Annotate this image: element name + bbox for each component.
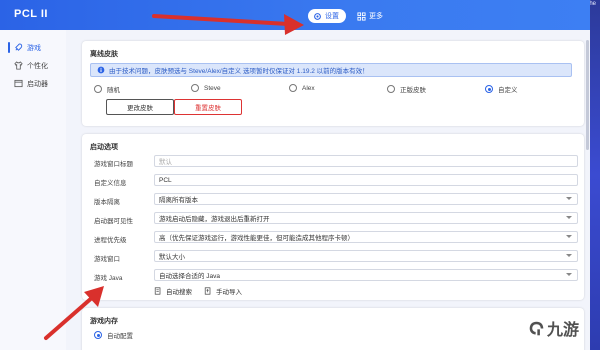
row-label-launcher-visibility: 启动器可见性 (94, 218, 133, 225)
radio-dot (191, 84, 199, 92)
auto-search-label: 自动搜索 (166, 289, 192, 296)
tshirt-icon (14, 61, 23, 70)
document-search-icon (154, 287, 161, 295)
tab-settings[interactable]: 设置 (308, 9, 346, 23)
site-watermark: 九游 (528, 316, 579, 340)
annotation-arrow-bottom (44, 286, 104, 340)
active-indicator (8, 42, 10, 53)
tab-settings-label: 设置 (325, 13, 339, 20)
version-isolation-select[interactable]: 隔离所有版本 (154, 193, 578, 205)
window-icon (14, 79, 23, 88)
radio-dot (485, 85, 493, 93)
select-value: 游戏启动后隐藏，游戏退出后重新打开 (159, 216, 270, 223)
chevron-down-icon (566, 254, 572, 257)
sidebar-item-label: 个性化 (27, 62, 48, 70)
manual-import-java-button[interactable]: 手动导入 (204, 286, 242, 296)
info-banner: 由于技术问题，皮肤预选与 Steve/Alex/自定义 选项暂时仅保证对 1.1… (90, 63, 572, 77)
reset-skin-button[interactable]: 重置皮肤 (174, 99, 242, 115)
radio-label: 随机 (107, 87, 120, 94)
chevron-down-icon (566, 273, 572, 276)
skin-card: 离线皮肤 由于技术问题，皮肤预选与 Steve/Alex/自定义 选项暂时仅保证… (82, 41, 584, 126)
radio-dot (387, 85, 395, 93)
grid-icon (357, 11, 366, 21)
scrollbar-thumb[interactable] (586, 40, 589, 150)
select-value: 自动选择合适的 Java (159, 273, 221, 280)
row-label-custom-info: 自定义信息 (94, 180, 127, 187)
change-skin-button[interactable]: 更改皮肤 (106, 99, 174, 115)
row-label-window-title: 游戏窗口标题 (94, 161, 133, 168)
launch-options-card: 启动选项 游戏窗口标题 默认 自定义信息 PCL 版本隔离 隔离所有版本 启动器… (82, 134, 584, 300)
sidebar-item-label: 启动器 (27, 80, 48, 88)
chevron-down-icon (566, 216, 572, 219)
sidebar-item-label: 游戏 (27, 44, 41, 52)
game-java-select[interactable]: 自动选择合适的 Java (154, 269, 578, 281)
game-window-select[interactable]: 默认大小 (154, 250, 578, 262)
info-icon (97, 66, 105, 74)
radio-custom[interactable]: 自定义 (485, 84, 518, 94)
rocket-icon (14, 43, 23, 52)
radio-label: Alex (302, 84, 315, 92)
memory-card: 游戏内存 自动配置 (82, 308, 584, 350)
select-value: 默认大小 (159, 254, 185, 261)
radio-steve[interactable]: Steve (191, 84, 221, 92)
select-value: 隔离所有版本 (159, 197, 198, 204)
radio-random[interactable]: 随机 (94, 84, 120, 94)
radio-alex[interactable]: Alex (289, 84, 315, 92)
sidebar-item-launcher[interactable]: 启动器 (0, 76, 66, 91)
annotation-arrow-top (152, 14, 304, 35)
window-title-input[interactable]: 默认 (154, 155, 578, 167)
radio-dot (289, 84, 297, 92)
row-label-version-isolation: 版本隔离 (94, 199, 120, 206)
sidebar-item-personalize[interactable]: 个性化 (0, 58, 66, 73)
tab-more[interactable]: 更多 (352, 9, 390, 23)
radio-official-skin[interactable]: 正版皮肤 (387, 84, 426, 94)
radio-label: 自定义 (498, 87, 518, 94)
manual-import-label: 手动导入 (216, 289, 242, 296)
row-label-game-window: 游戏窗口 (94, 256, 120, 263)
chevron-down-icon (566, 235, 572, 238)
info-text: 由于技术问题，皮肤预选与 Steve/Alex/自定义 选项暂时仅保证对 1.1… (109, 68, 369, 75)
custom-info-input[interactable]: PCL (154, 174, 578, 186)
document-import-icon (204, 287, 211, 295)
site-logo-icon (529, 321, 544, 335)
settings-icon (313, 12, 322, 21)
card-title: 离线皮肤 (90, 51, 118, 58)
row-label-game-java: 游戏 Java (94, 275, 123, 282)
app-title: PCL II (14, 8, 48, 20)
process-priority-select[interactable]: 高（优先保证游戏运行，游戏性能更佳，但可能造成其他程序卡顿） (154, 231, 578, 243)
row-label-process-priority: 进程优先级 (94, 237, 127, 244)
radio-label: 自动配置 (107, 333, 133, 340)
sidebar-item-game[interactable]: 游戏 (0, 40, 66, 55)
watermark-text: 九游 (547, 322, 580, 339)
radio-label: Steve (204, 84, 221, 92)
radio-label: 正版皮肤 (400, 87, 426, 94)
card-title: 启动选项 (90, 144, 118, 151)
auto-search-java-button[interactable]: 自动搜索 (154, 286, 192, 296)
scrollbar[interactable] (586, 40, 589, 340)
launcher-visibility-select[interactable]: 游戏启动后隐藏，游戏退出后重新打开 (154, 212, 578, 224)
chevron-down-icon (566, 197, 572, 200)
tab-more-label: 更多 (369, 13, 383, 20)
radio-dot (94, 85, 102, 93)
select-value: 高（优先保证游戏运行，游戏性能更佳，但可能造成其他程序卡顿） (159, 235, 354, 242)
